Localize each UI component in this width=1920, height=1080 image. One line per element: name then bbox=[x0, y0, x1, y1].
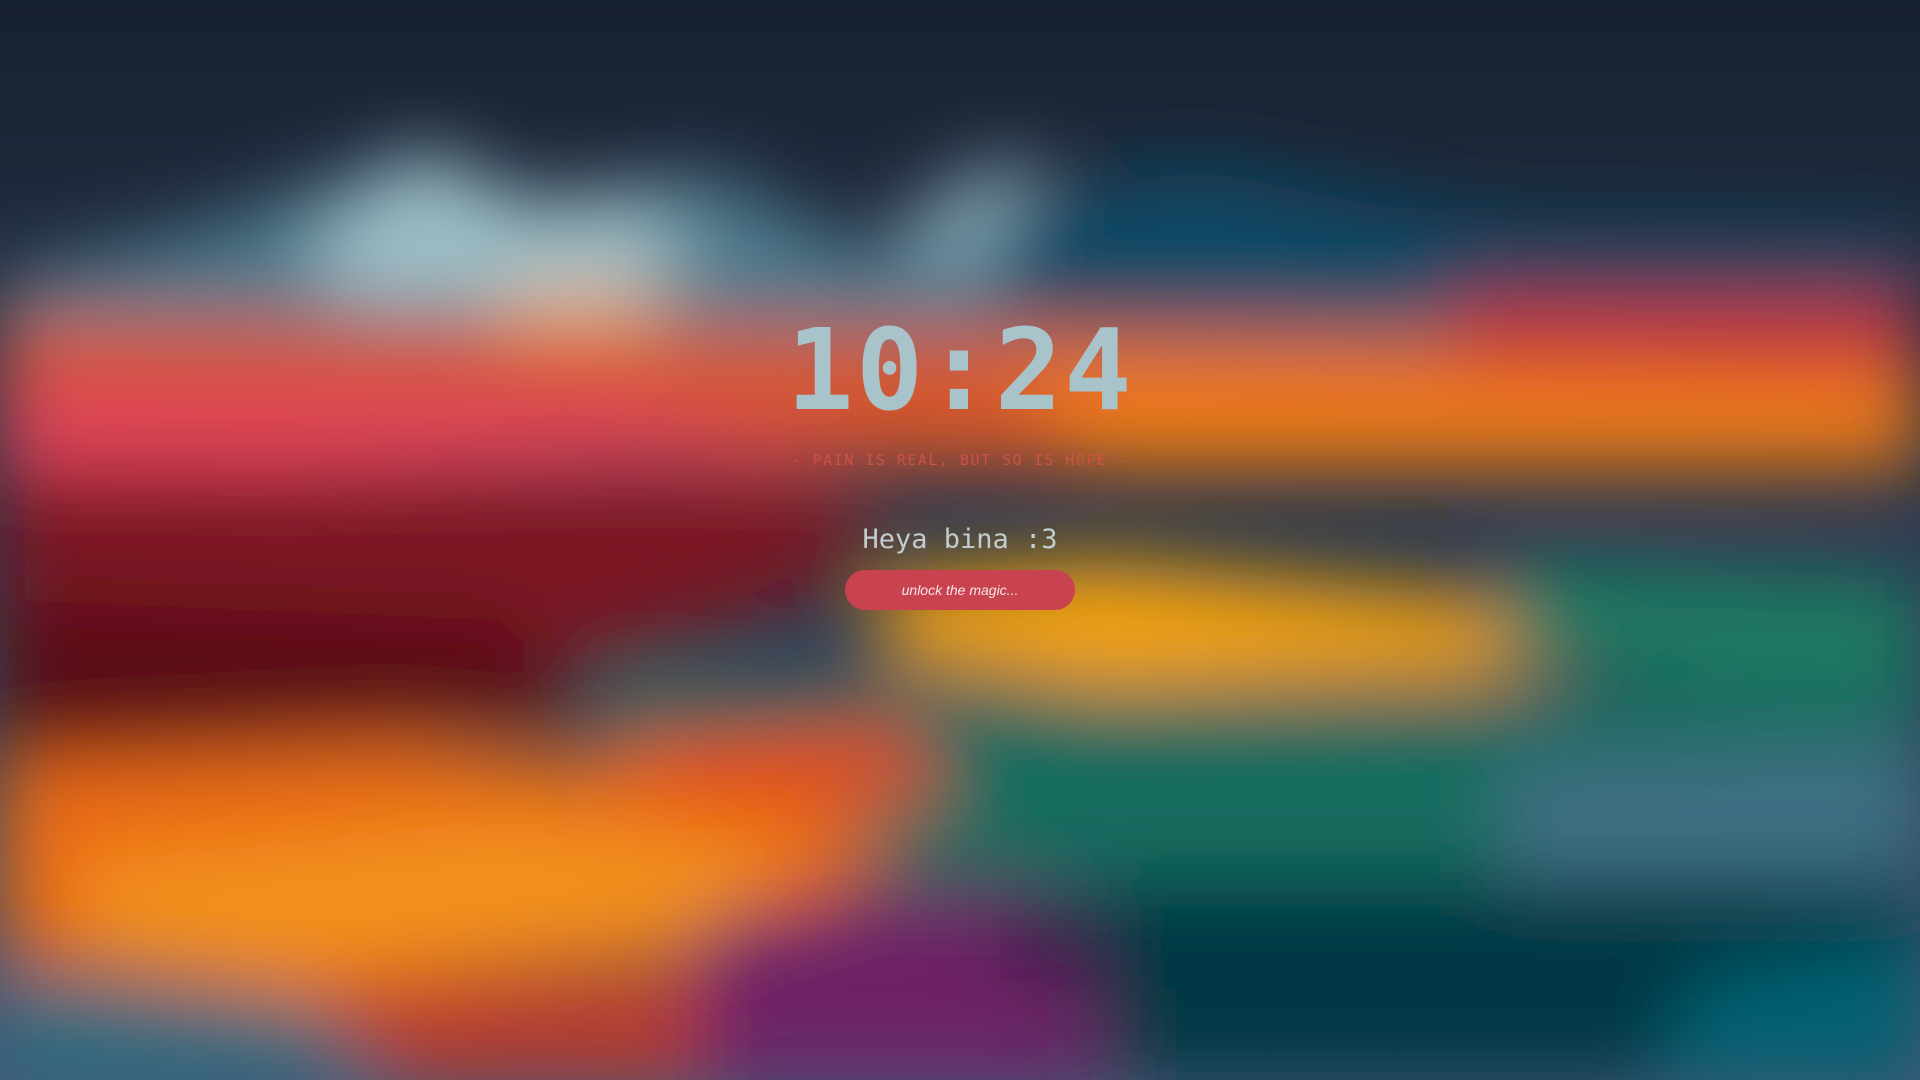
user-greeting: Heya bina :3 bbox=[862, 524, 1058, 555]
quote-text: - PAIN IS REAL, BUT SO IS HOPE - bbox=[791, 451, 1129, 469]
lock-screen: 10:24 - PAIN IS REAL, BUT SO IS HOPE - H… bbox=[0, 0, 1920, 1080]
password-placeholder: unlock the magic... bbox=[901, 582, 1019, 598]
password-input[interactable]: unlock the magic... bbox=[845, 570, 1075, 610]
clock-time: 10:24 bbox=[786, 306, 1134, 436]
